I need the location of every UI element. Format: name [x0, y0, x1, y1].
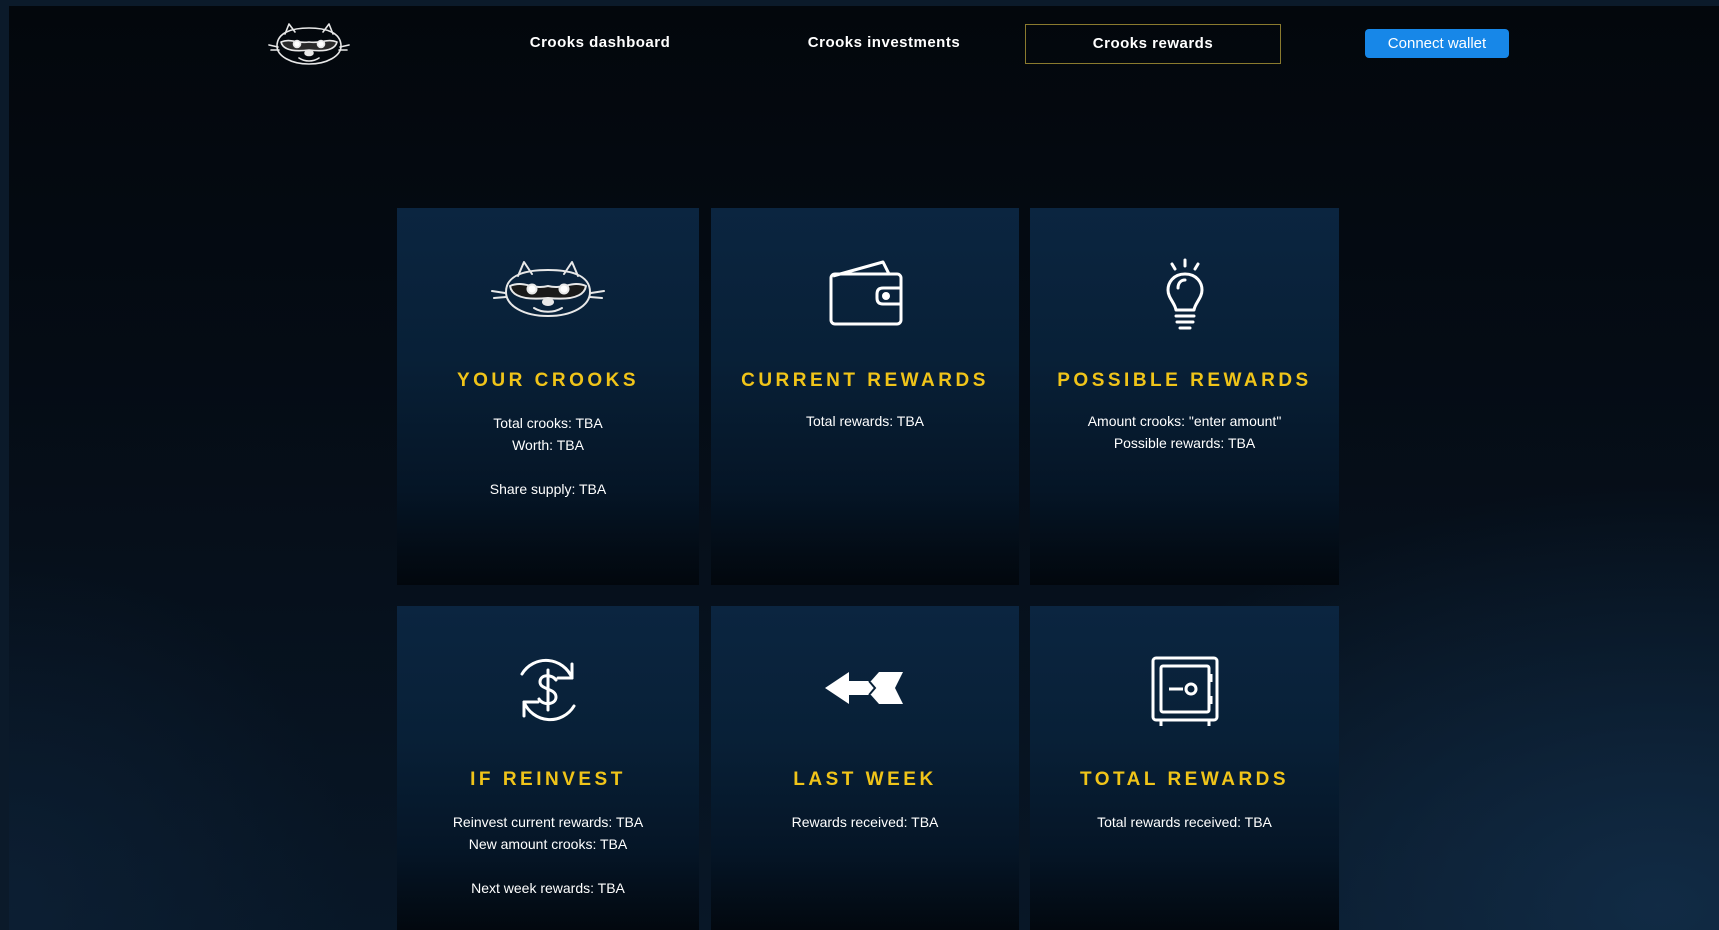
card-title: LAST WEEK — [793, 769, 937, 790]
raccoon-logo-icon[interactable] — [263, 20, 355, 72]
nav-crooks-rewards[interactable]: Crooks rewards — [1025, 24, 1281, 64]
card-last-week: LAST WEEK Rewards received: TBA — [711, 606, 1019, 930]
nav-crooks-investments[interactable]: Crooks investments — [764, 23, 1004, 63]
card-line: Worth: TBA — [512, 437, 584, 453]
card-title: CURRENT REWARDS — [741, 370, 989, 391]
page-frame: Crooks dashboard Crooks investments Croo… — [9, 6, 1719, 930]
card-line: Total rewards: TBA — [805, 413, 924, 429]
card-title: TOTAL REWARDS — [1079, 769, 1290, 790]
lightbulb-icon — [1166, 258, 1203, 330]
card-current-rewards: CURRENT REWARDS Total rewards: TBA — [711, 208, 1019, 585]
card-line: Reinvest current rewards: TBA — [452, 814, 644, 830]
card-line: New amount crooks: TBA — [468, 836, 628, 852]
card-line: Total rewards received: TBA — [1097, 814, 1272, 830]
card-possible-rewards: POSSIBLE REWARDS Amount crooks: "enter a… — [1030, 208, 1339, 585]
card-line: Amount crooks: "enter amount" — [1087, 413, 1282, 429]
card-line: Possible rewards: TBA — [1113, 435, 1256, 451]
safe-icon — [1151, 656, 1218, 726]
connect-wallet-button[interactable]: Connect wallet — [1365, 29, 1509, 58]
card-your-crooks: YOUR CROOKS Total crooks: TBA Worth: TBA… — [397, 208, 699, 585]
card-line: Rewards received: TBA — [791, 814, 939, 830]
card-title: YOUR CROOKS — [456, 370, 640, 391]
raccoon-icon — [491, 261, 605, 317]
wallet-icon — [829, 260, 903, 326]
card-title: IF REINVEST — [470, 769, 626, 790]
card-line: Share supply: TBA — [489, 481, 607, 497]
nav-crooks-dashboard[interactable]: Crooks dashboard — [485, 23, 715, 63]
card-line: Next week rewards: TBA — [471, 880, 625, 896]
card-line: Total crooks: TBA — [493, 415, 603, 431]
card-title: POSSIBLE REWARDS — [1057, 370, 1312, 391]
arrow-left-icon — [825, 672, 903, 704]
card-total-rewards: TOTAL REWARDS Total rewards received: TB… — [1030, 606, 1339, 930]
card-if-reinvest: IF REINVEST Reinvest current rewards: TB… — [397, 606, 699, 930]
dollar-refresh-icon — [520, 658, 576, 722]
